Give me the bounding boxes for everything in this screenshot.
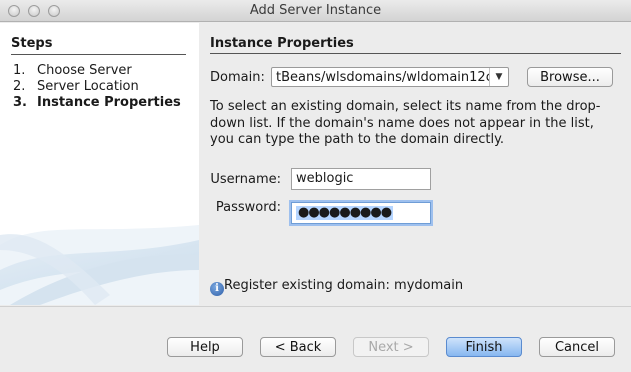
step-item-2: 2. Server Location — [13, 79, 181, 95]
step-item-3: 3. Instance Properties — [13, 95, 181, 111]
section-title: Instance Properties — [210, 36, 621, 54]
step-label: Server Location — [37, 79, 139, 94]
info-message: i Register existing domain: mydomain — [210, 278, 463, 296]
dropdown-arrow-icon[interactable]: ▼ — [489, 68, 508, 86]
finish-button[interactable]: Finish — [446, 337, 522, 357]
username-field[interactable]: weblogic — [291, 168, 431, 190]
step-item-1: 1. Choose Server — [13, 63, 181, 79]
steps-heading: Steps — [11, 36, 186, 55]
password-label: Password: — [215, 200, 281, 215]
step-number: 1. — [13, 63, 26, 78]
steps-list: 1. Choose Server 2. Server Location 3. Inst… — [13, 63, 181, 111]
username-value[interactable]: weblogic — [296, 171, 353, 186]
password-value[interactable]: ●●●●●●●●● — [296, 206, 394, 220]
browse-button[interactable]: Browse... — [527, 67, 613, 87]
password-field[interactable]: ●●●●●●●●● — [291, 202, 431, 224]
info-text: Register existing domain: mydomain — [224, 278, 464, 293]
add-server-instance-dialog: Add Server Instance Steps 1. Choose Serve… — [0, 0, 631, 372]
button-bar: Help < Back Next > Finish Cancel — [0, 307, 631, 372]
step-number: 2. — [13, 79, 26, 94]
window-title: Add Server Instance — [249, 3, 382, 18]
next-button: Next > — [353, 337, 429, 357]
domain-label: Domain: — [210, 70, 265, 85]
step-label: Choose Server — [37, 63, 132, 78]
username-label: Username: — [210, 172, 281, 187]
info-icon: i — [210, 282, 224, 296]
back-button[interactable]: < Back — [260, 337, 336, 357]
cancel-button[interactable]: Cancel — [539, 337, 615, 357]
domain-value[interactable]: tBeans/wlsdomains/wldomain12c — [276, 70, 490, 85]
step-label: Instance Properties — [37, 95, 181, 110]
domain-combobox[interactable]: tBeans/wlsdomains/wldomain12c ▼ — [271, 67, 509, 87]
instance-properties-panel: Instance Properties Domain: tBeans/wlsdo… — [199, 23, 631, 305]
decorative-swoosh-graphic — [0, 225, 199, 305]
help-button[interactable]: Help — [167, 337, 243, 357]
title-bar: Add Server Instance — [0, 0, 631, 22]
steps-panel: Steps 1. Choose Server 2. Server Location … — [0, 23, 199, 305]
domain-help-text: To select an existing domain, select its… — [210, 99, 601, 147]
step-number: 3. — [13, 95, 27, 110]
